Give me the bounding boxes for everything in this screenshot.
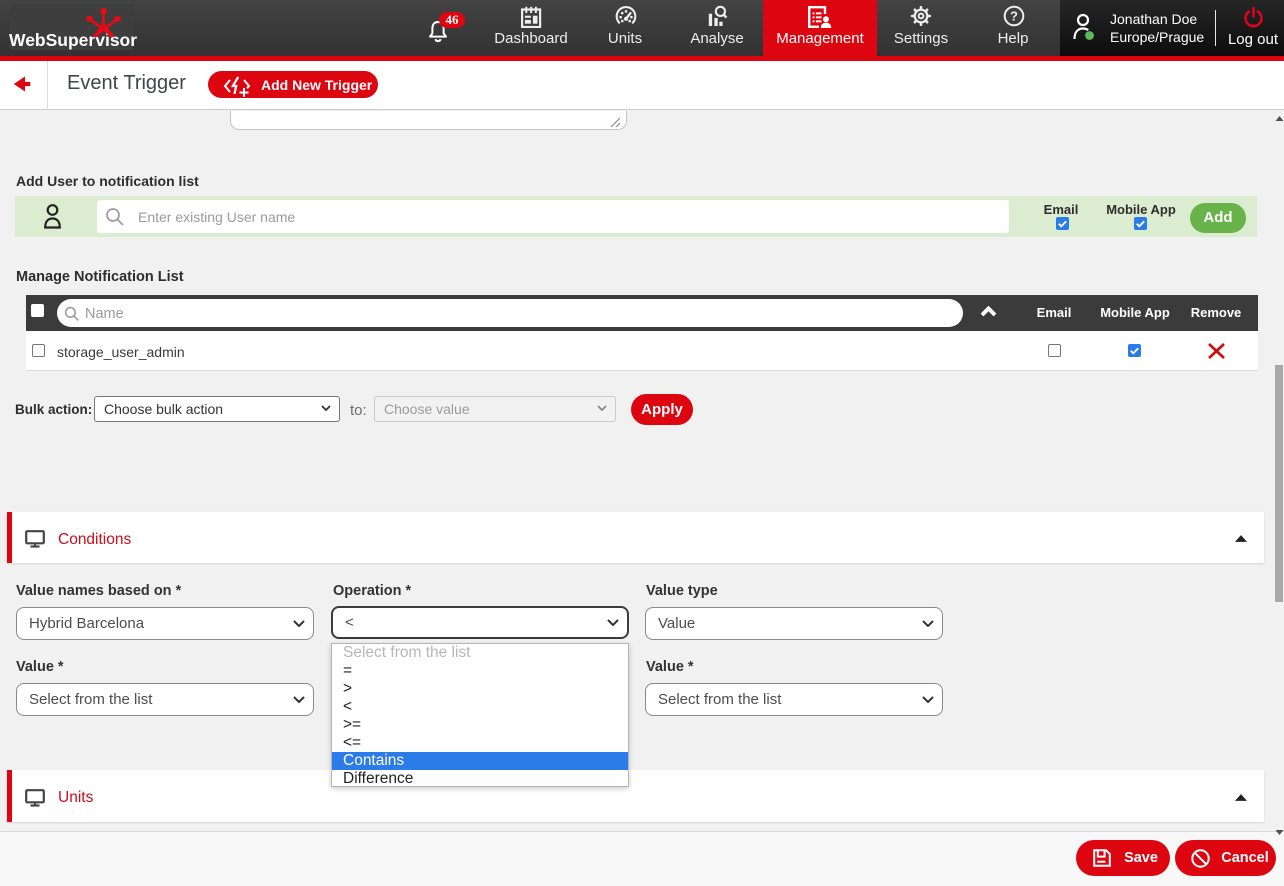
svg-text:?: ?: [1010, 9, 1018, 24]
